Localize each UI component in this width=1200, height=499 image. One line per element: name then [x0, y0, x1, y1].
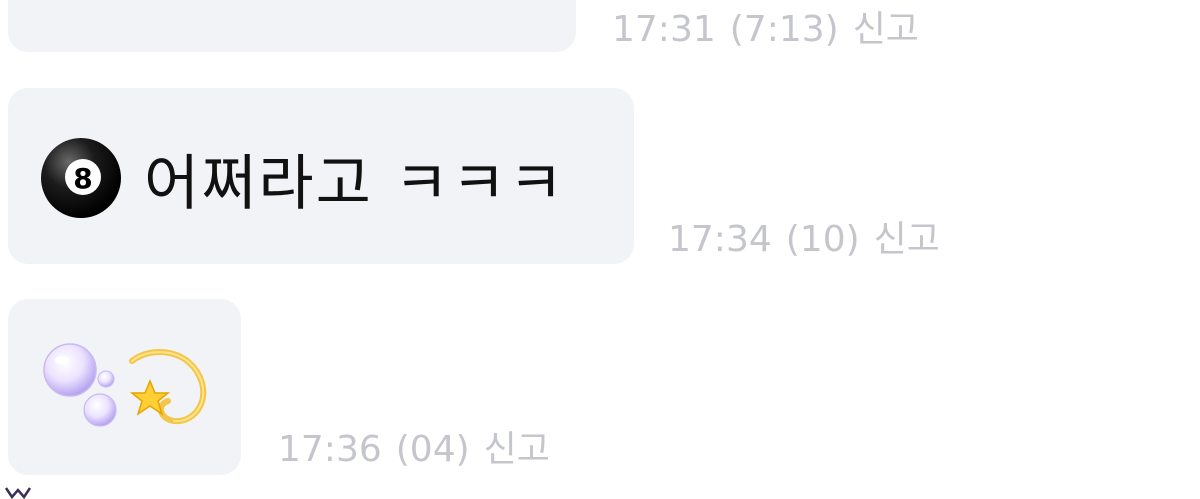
- message-time: 17:36: [278, 429, 382, 470]
- report-link[interactable]: 신고: [484, 429, 550, 470]
- message-elapsed: (7:13): [729, 9, 839, 50]
- message-bubble: [8, 0, 576, 52]
- message-content: [40, 340, 208, 430]
- message-meta: 17:31 (7:13) 신고: [612, 0, 933, 52]
- message-elapsed: (10): [785, 219, 860, 260]
- svg-text:8: 8: [73, 162, 92, 195]
- message-meta: 17:36 (04) 신고: [278, 420, 564, 472]
- 8-ball-icon: 8: [41, 138, 121, 218]
- message-text: 어쩌라고 ㅋㅋㅋ: [144, 148, 566, 219]
- message-time: 17:34: [668, 219, 772, 260]
- report-link[interactable]: 신고: [874, 219, 940, 260]
- cutoff-glyph: [4, 487, 32, 499]
- bubbles-icon: [43, 343, 117, 427]
- message-time: 17:31: [612, 9, 716, 50]
- message-elapsed: (04): [395, 429, 470, 470]
- chat-log: 17:31 (7:13) 신고 8 어쩌라고 ㅋㅋㅋ 17:34 (10) 신고: [0, 0, 1200, 499]
- message-content: 8 어쩌라고 ㅋㅋㅋ: [40, 130, 565, 226]
- dizzy-star-icon: [129, 348, 207, 425]
- report-link[interactable]: 신고: [853, 9, 919, 50]
- message-meta: 17:34 (10) 신고: [668, 210, 954, 262]
